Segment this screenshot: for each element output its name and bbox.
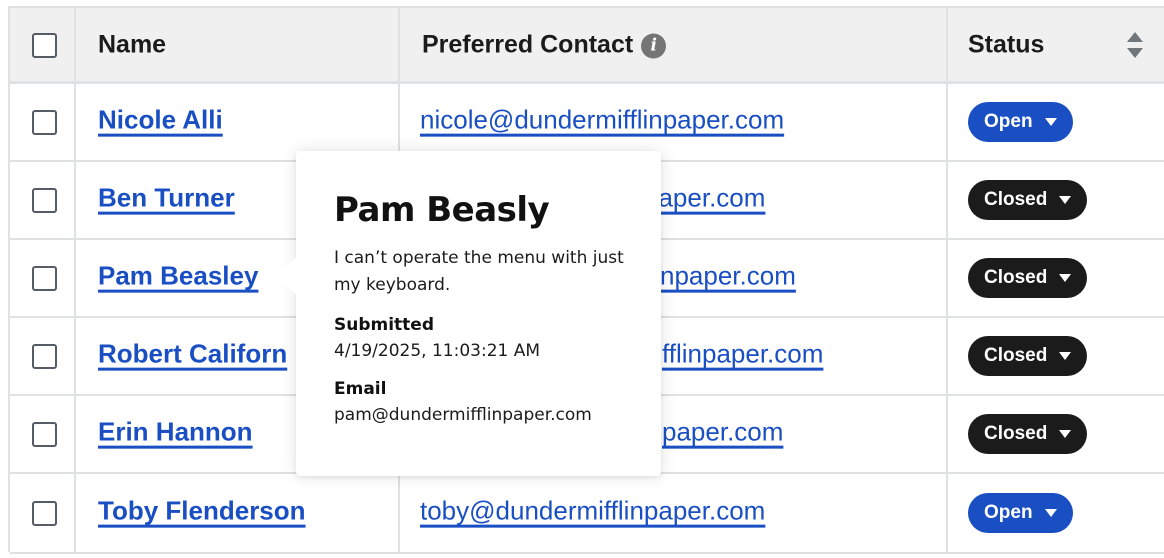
row-select-cell	[10, 84, 76, 160]
row-select-cell	[10, 474, 76, 552]
contact-name-link[interactable]: Toby Flenderson	[98, 496, 306, 527]
caret-down-icon	[1059, 196, 1072, 204]
row-checkbox[interactable]	[32, 188, 57, 213]
row-checkbox[interactable]	[32, 344, 57, 369]
row-checkbox[interactable]	[32, 422, 57, 447]
contact-name-link[interactable]: Robert Californ	[98, 339, 287, 370]
contact-email-link[interactable]: fflinpaper.com	[662, 339, 823, 370]
contact-name-link[interactable]: Nicole Alli	[98, 105, 223, 136]
row-checkbox[interactable]	[32, 266, 57, 291]
tooltip-message: I can’t operate the menu with just my ke…	[334, 247, 624, 295]
caret-down-icon	[1059, 430, 1072, 438]
status-cell: Closed	[948, 162, 1164, 238]
tooltip-arrow	[277, 256, 297, 296]
caret-down-icon	[1044, 118, 1057, 126]
caret-down-icon	[1059, 274, 1072, 282]
status-dropdown[interactable]: Closed	[968, 258, 1088, 298]
status-cell: Open	[948, 474, 1164, 552]
header-status-cell: Status	[948, 8, 1164, 81]
contact-email-link[interactable]: npaper.com	[660, 261, 796, 292]
table-row: Toby Flenderson toby@dundermifflinpaper.…	[10, 474, 1164, 554]
tooltip-submitted-label: Submitted	[334, 314, 435, 335]
header-name-cell: Name	[76, 8, 400, 81]
name-cell: Toby Flenderson	[76, 474, 400, 552]
row-select-cell	[10, 318, 76, 394]
row-checkbox[interactable]	[32, 110, 57, 135]
contact-name-link[interactable]: Erin Hannon	[98, 417, 253, 448]
row-checkbox[interactable]	[32, 501, 57, 526]
contact-email-link[interactable]: nicole@dundermifflinpaper.com	[420, 105, 784, 136]
status-dropdown[interactable]: Open	[968, 102, 1073, 142]
column-header-status: Status	[968, 30, 1045, 58]
row-select-cell	[10, 162, 76, 238]
tooltip-title: Pam Beasly	[334, 190, 550, 230]
status-label: Open	[984, 502, 1033, 523]
header-contact-cell: Preferred Contact i	[400, 8, 948, 81]
tooltip-submitted-value: 4/19/2025, 11:03:21 AM	[334, 340, 541, 361]
status-dropdown[interactable]: Closed	[968, 414, 1088, 454]
status-dropdown[interactable]: Closed	[968, 180, 1088, 220]
contact-name-link[interactable]: Pam Beasley	[98, 261, 258, 292]
contact-cell: toby@dundermifflinpaper.com	[400, 474, 948, 552]
status-label: Closed	[984, 267, 1048, 288]
header-select-cell	[10, 8, 76, 81]
info-icon[interactable]: i	[641, 33, 667, 58]
caret-down-icon	[1044, 509, 1057, 517]
contact-email-link[interactable]: toby@dundermifflinpaper.com	[420, 496, 765, 527]
column-header-name: Name	[98, 30, 167, 58]
status-label: Closed	[984, 423, 1048, 444]
contact-cell: nicole@dundermifflinpaper.com	[400, 84, 948, 160]
status-cell: Closed	[948, 318, 1164, 394]
contact-email-link[interactable]: paper.com	[662, 417, 783, 448]
contact-name-link[interactable]: Ben Turner	[98, 183, 235, 214]
status-cell: Closed	[948, 396, 1164, 472]
status-cell: Open	[948, 84, 1164, 160]
column-header-contact-label: Preferred Contact	[422, 30, 634, 58]
select-all-checkbox[interactable]	[32, 32, 57, 58]
sort-icon[interactable]	[1126, 30, 1144, 60]
status-dropdown[interactable]: Closed	[968, 336, 1088, 376]
row-select-cell	[10, 396, 76, 472]
tooltip-email-value: pam@dundermifflinpaper.com	[334, 404, 592, 425]
status-dropdown[interactable]: Open	[968, 493, 1073, 533]
caret-down-icon	[1059, 352, 1072, 360]
contact-tooltip: Pam Beasly I can’t operate the menu with…	[277, 151, 661, 476]
status-cell: Closed	[948, 240, 1164, 316]
status-label: Closed	[984, 189, 1048, 210]
table-header-row: Name Preferred Contact i Status	[10, 8, 1164, 84]
column-header-contact: Preferred Contact i	[422, 30, 667, 59]
name-cell: Nicole Alli	[76, 84, 400, 160]
status-label: Open	[984, 111, 1033, 132]
status-label: Closed	[984, 345, 1048, 366]
contact-email-link[interactable]: paper.com	[644, 183, 765, 214]
row-select-cell	[10, 240, 76, 316]
tooltip-email-label: Email	[334, 378, 387, 399]
